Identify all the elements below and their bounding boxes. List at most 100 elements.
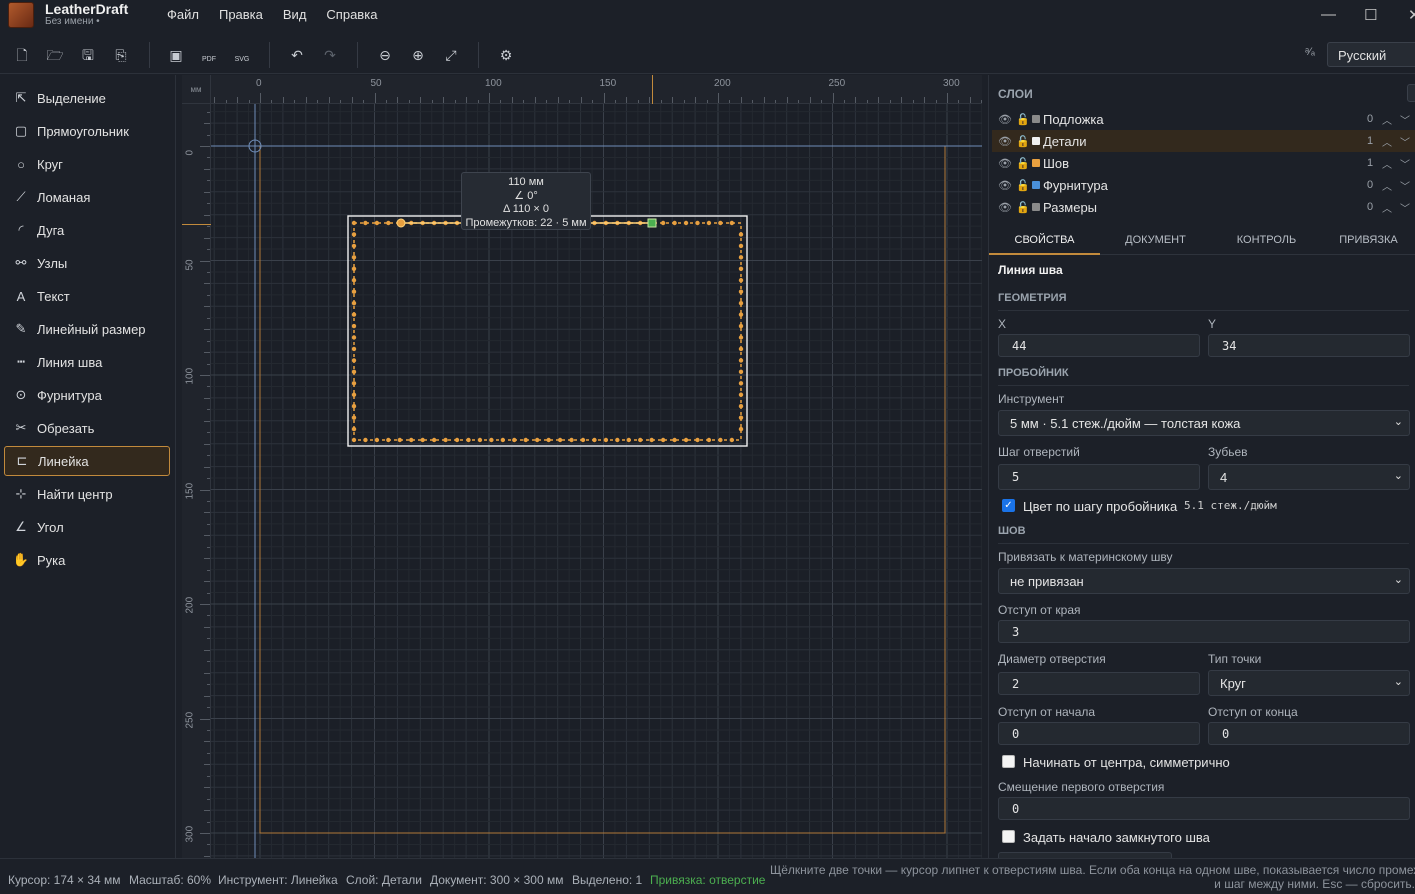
- stitch-hole[interactable]: [351, 266, 357, 271]
- minimize-button[interactable]: —: [1321, 6, 1336, 23]
- stitch-hole[interactable]: [351, 312, 357, 317]
- stitch-hole[interactable]: [569, 437, 574, 443]
- export-svg-icon[interactable]: SVG: [232, 45, 252, 65]
- stitch-hole[interactable]: [351, 335, 357, 340]
- stitch-hole[interactable]: [695, 220, 700, 226]
- tool-text[interactable]: A Текст: [4, 281, 170, 311]
- stitch-hole[interactable]: [706, 220, 712, 226]
- stitch-hole[interactable]: [729, 437, 735, 443]
- stitch-hole[interactable]: [351, 404, 357, 409]
- tool-ruler[interactable]: ⊏ Линейка: [4, 446, 170, 476]
- stitch-hole[interactable]: [351, 220, 357, 226]
- menu-view[interactable]: Вид: [273, 0, 317, 30]
- menu-edit[interactable]: Правка: [209, 0, 273, 30]
- fit-view-icon[interactable]: ⤢: [441, 45, 461, 65]
- x-input[interactable]: 44: [998, 334, 1200, 357]
- closed-start-checkbox[interactable]: [1002, 830, 1015, 843]
- snap-point-marker[interactable]: [647, 218, 657, 228]
- tab-control[interactable]: КОНТРОЛЬ: [1211, 226, 1322, 255]
- measure-start-point[interactable]: [396, 218, 406, 228]
- stitch-hole[interactable]: [738, 266, 744, 271]
- tool-find-center[interactable]: ⊹ Найти центр: [4, 479, 170, 509]
- stitch-hole[interactable]: [660, 437, 666, 443]
- stitch-hole[interactable]: [738, 278, 744, 283]
- stitch-hole[interactable]: [738, 392, 744, 397]
- stitch-hole[interactable]: [546, 437, 551, 443]
- color-by-pitch-checkbox[interactable]: ✓: [1002, 499, 1015, 512]
- add-layer-button[interactable]: [1407, 84, 1415, 102]
- export-image-icon[interactable]: ▣: [166, 45, 186, 65]
- stitch-hole[interactable]: [351, 289, 357, 294]
- start-offset-input[interactable]: 0: [998, 722, 1200, 745]
- tab-document[interactable]: ДОКУМЕНТ: [1100, 226, 1211, 255]
- chevron-up-icon[interactable]: ︿: [1382, 178, 1392, 193]
- leather-part-rect[interactable]: [347, 215, 748, 447]
- stitch-hole[interactable]: [738, 369, 744, 375]
- eye-icon[interactable]: 👁: [998, 179, 1012, 192]
- stitch-hole[interactable]: [615, 437, 620, 443]
- layer-row[interactable]: 👁 🔓 Подложка 0 ︿ ﹀: [992, 108, 1415, 130]
- stitch-hole[interactable]: [660, 220, 666, 226]
- stitch-hole[interactable]: [409, 437, 414, 443]
- stitch-hole[interactable]: [523, 437, 528, 443]
- tab-properties[interactable]: СВОЙСТВА: [989, 226, 1100, 255]
- tool-angle[interactable]: ∠ Угол: [4, 512, 170, 542]
- stitch-hole[interactable]: [638, 437, 643, 443]
- punch-tool-select[interactable]: 5 мм · 5.1 стеж./дюйм — толстая кожа ⌄: [998, 410, 1410, 436]
- eye-icon[interactable]: 👁: [998, 113, 1012, 126]
- chevron-down-icon[interactable]: ﹀: [1400, 200, 1410, 215]
- stitch-hole[interactable]: [443, 437, 448, 443]
- tool-cursor[interactable]: ⇱ Выделение: [4, 83, 170, 113]
- chevron-up-icon[interactable]: ︿: [1382, 112, 1392, 127]
- eye-icon[interactable]: 👁: [998, 201, 1012, 214]
- tool-polyline[interactable]: ⟋ Ломаная: [4, 182, 170, 212]
- layer-row[interactable]: 👁 🔓 Размеры 0 ︿ ﹀: [992, 196, 1415, 218]
- open-folder-icon[interactable]: 🗁: [45, 45, 65, 65]
- stitch-hole[interactable]: [738, 404, 744, 409]
- stitch-hole[interactable]: [351, 346, 357, 352]
- stitch-hole[interactable]: [363, 437, 368, 443]
- tool-hardware[interactable]: ⊙ Фурнитура: [4, 380, 170, 410]
- stitch-hole[interactable]: [386, 437, 391, 443]
- stitch-hole[interactable]: [672, 437, 677, 443]
- stitch-hole[interactable]: [729, 220, 735, 226]
- stitch-hole[interactable]: [431, 437, 437, 443]
- stitch-hole[interactable]: [351, 426, 357, 432]
- chevron-down-icon[interactable]: ﹀: [1400, 178, 1410, 193]
- stitch-hole[interactable]: [351, 415, 357, 420]
- hole-diameter-input[interactable]: 2: [998, 672, 1200, 695]
- canvas-grid[interactable]: [211, 104, 982, 858]
- lock-icon[interactable]: 🔓: [1016, 179, 1030, 192]
- stitch-hole[interactable]: [386, 220, 391, 226]
- stitch-hole[interactable]: [738, 335, 744, 340]
- stitch-hole[interactable]: [351, 243, 357, 249]
- stitch-hole[interactable]: [351, 278, 357, 283]
- stitch-hole[interactable]: [477, 437, 483, 443]
- menu-help[interactable]: Справка: [316, 0, 387, 30]
- stitch-hole[interactable]: [603, 437, 609, 443]
- tool-scissors[interactable]: ✂ Обрезать: [4, 413, 170, 443]
- stitch-hole[interactable]: [738, 289, 744, 294]
- tab-snap[interactable]: ПРИВЯЗКА: [1322, 226, 1415, 255]
- zoom-in-icon[interactable]: ⊕: [408, 45, 428, 65]
- close-button[interactable]: ✕: [1408, 6, 1415, 24]
- point-type-select[interactable]: Круг ⌄: [1208, 670, 1410, 696]
- parent-seam-select[interactable]: не привязан ⌄: [998, 568, 1410, 594]
- stitch-hole[interactable]: [738, 346, 744, 352]
- stitch-hole[interactable]: [672, 220, 677, 226]
- stitch-hole[interactable]: [363, 220, 368, 226]
- stitch-hole[interactable]: [351, 437, 357, 443]
- stitch-hole[interactable]: [535, 437, 540, 443]
- end-offset-input[interactable]: 0: [1208, 722, 1410, 745]
- stitch-hole[interactable]: [738, 300, 744, 306]
- stitch-hole[interactable]: [351, 323, 357, 329]
- stitch-hole[interactable]: [738, 415, 744, 420]
- tool-dimension[interactable]: ✎ Линейный размер: [4, 314, 170, 344]
- stitch-hole[interactable]: [351, 392, 357, 397]
- chevron-up-icon[interactable]: ︿: [1382, 134, 1392, 149]
- stitch-hole[interactable]: [580, 437, 586, 443]
- tool-arc[interactable]: ◜ Дуга: [4, 215, 170, 245]
- tool-nodes[interactable]: ⚯ Узлы: [4, 248, 170, 278]
- stitch-hole[interactable]: [626, 437, 631, 443]
- stitch-hole[interactable]: [649, 437, 654, 443]
